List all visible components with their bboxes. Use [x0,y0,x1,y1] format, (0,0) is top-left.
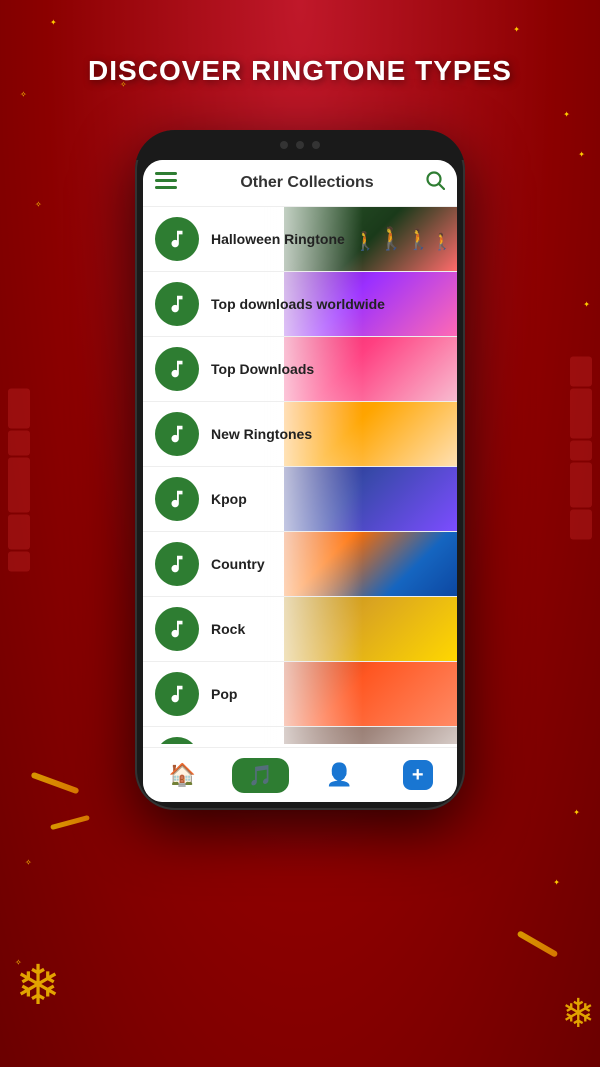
ribbon-3 [517,930,559,958]
notch-dot-2 [296,141,304,149]
music-icon-wrap [155,282,199,326]
phone-notch [135,130,465,160]
item-label: Pop [211,686,457,702]
item-label: Rock [211,621,457,637]
sparkle-12: ✦ [573,808,580,817]
home-icon: 🏠 [169,762,196,788]
sparkle-10: ✦ [583,300,590,309]
item-label: Halloween Ringtone [211,231,457,247]
nav-music[interactable]: 🎵 [222,748,301,802]
sparkle-3: ✧ [20,90,27,99]
sparkle-5: ✧ [35,200,42,209]
app-header: Other Collections [143,160,457,207]
ribbon-1 [30,772,79,795]
profile-icon: 👤 [326,762,353,788]
sound-bar-left [8,389,30,572]
sparkle-1: ✦ [50,18,57,27]
list-item[interactable]: Top downloads worldwide [143,272,457,337]
music-nav-icon: 🎵 [248,763,273,788]
music-icon-wrap [155,607,199,651]
music-icon-wrap [155,347,199,391]
list-item[interactable]: Pop [143,662,457,727]
ribbon-2 [50,815,90,830]
list-item[interactable]: Oldphone [143,727,457,744]
music-icon-wrap [155,217,199,261]
nav-add[interactable]: + [379,748,458,802]
snowflake-right: ❄ [561,991,595,1037]
music-icon-wrap [155,412,199,456]
list-item[interactable]: Halloween Ringtone 🚶 🚶 🚶 🚶 [143,207,457,272]
nav-home[interactable]: 🏠 [143,748,222,802]
header-title: Other Collections [189,174,425,192]
list-item[interactable]: Top Downloads [143,337,457,402]
nav-profile[interactable]: 👤 [300,748,379,802]
music-icon-wrap [155,477,199,521]
phone-screen: Other Collections Halloween Ringtone [143,160,457,802]
item-label: Top downloads worldwide [211,296,457,312]
item-label: New Ringtones [211,426,457,442]
item-label: Country [211,556,457,572]
bottom-navigation: 🏠 🎵 👤 + [143,747,457,802]
sparkle-4: ✦ [563,110,570,119]
sparkle-8: ✦ [553,878,560,887]
music-icon-wrap [155,672,199,716]
add-icon: + [412,764,424,787]
sparkle-2: ✦ [513,25,520,34]
search-icon[interactable] [425,170,445,196]
menu-icon[interactable] [155,170,177,196]
item-label: Kpop [211,491,457,507]
sound-bar-right [570,357,592,540]
notch-dot-1 [280,141,288,149]
sparkle-7: ✧ [25,858,32,867]
music-icon-wrap [155,542,199,586]
music-nav-bg: 🎵 [232,758,289,793]
sparkle-9: ✧ [15,958,22,967]
add-nav-bg: + [403,760,433,790]
ringtone-list: Halloween Ringtone 🚶 🚶 🚶 🚶 Top downloads… [143,207,457,744]
page-title: DISCOVER RINGTONE TYPES [0,55,600,87]
list-item[interactable]: Kpop [143,467,457,532]
item-label: Top Downloads [211,361,457,377]
list-item[interactable]: New Ringtones [143,402,457,467]
phone-mockup: Other Collections Halloween Ringtone [135,130,465,810]
snowflake-left: ❄ [15,953,61,1017]
list-item[interactable]: Country [143,532,457,597]
sparkle-6: ✦ [578,150,585,159]
list-item[interactable]: Rock [143,597,457,662]
notch-dot-3 [312,141,320,149]
